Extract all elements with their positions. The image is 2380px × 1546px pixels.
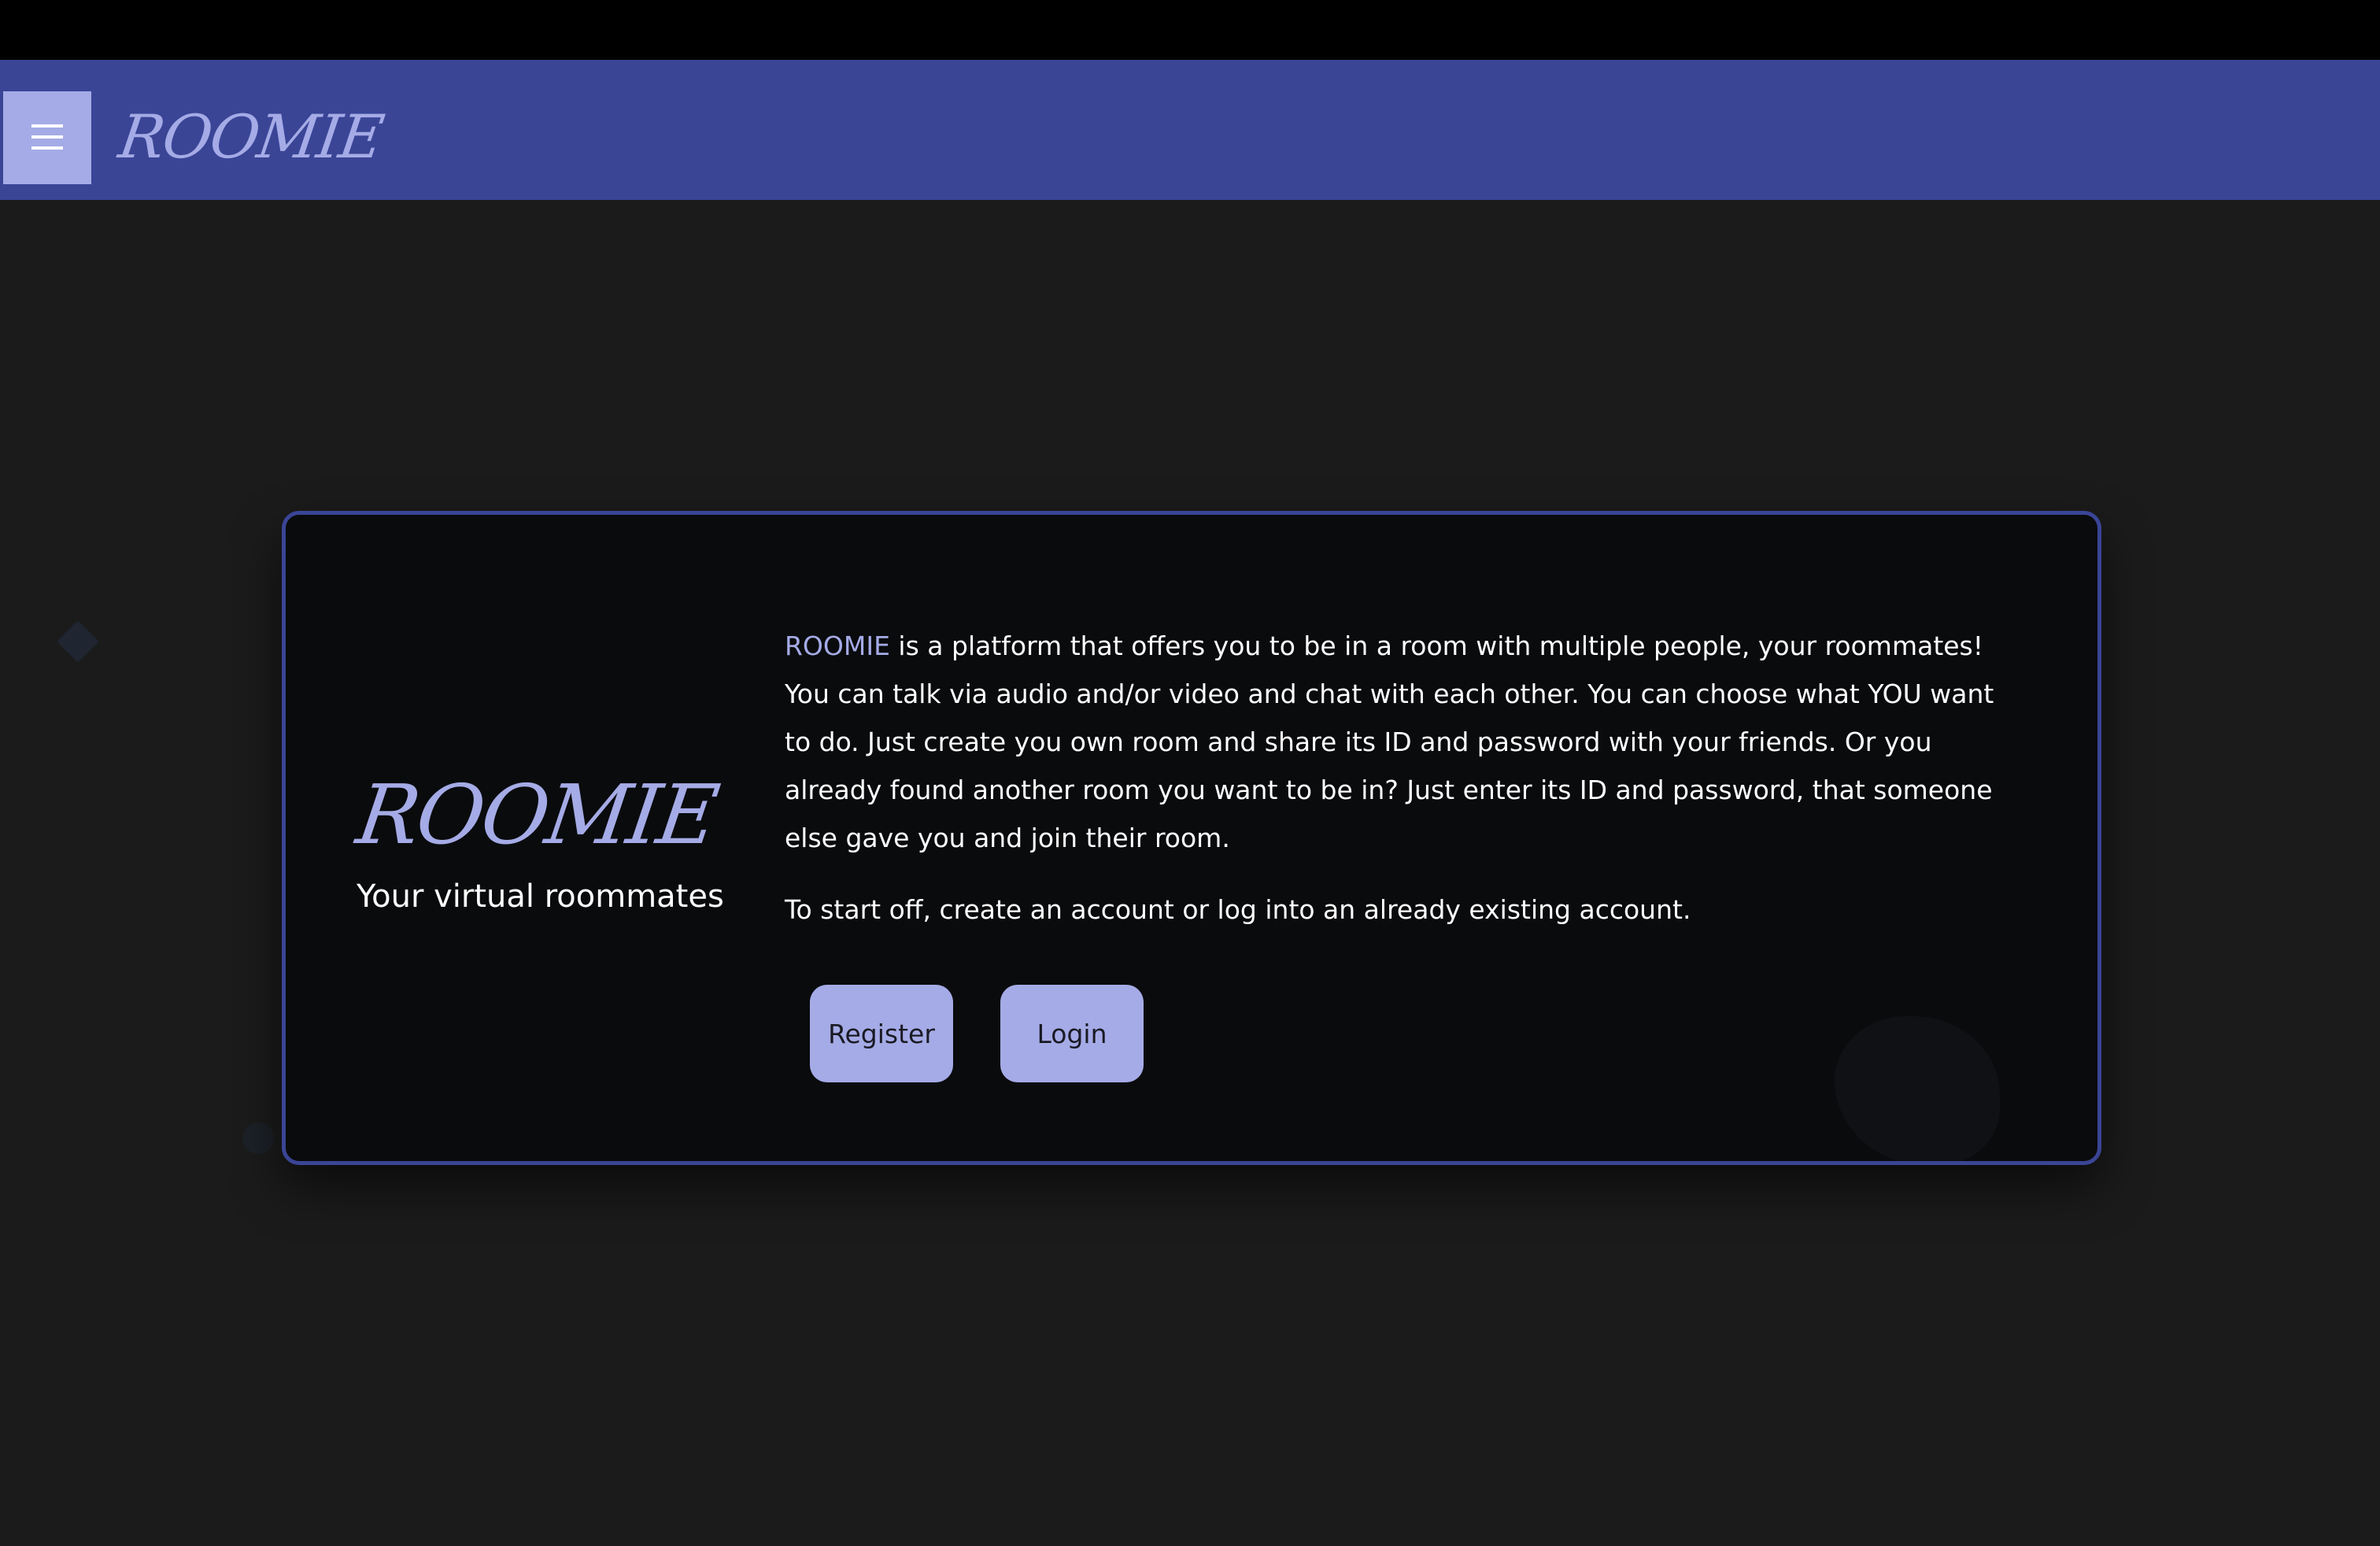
- hamburger-menu-icon: [31, 124, 63, 150]
- intro-paragraph: ROOMIE is a platform that offers you to …: [785, 622, 2012, 862]
- start-paragraph: To start off, create an account or log i…: [785, 894, 1691, 925]
- card-tagline: Your virtual roommates: [357, 878, 724, 915]
- decorative-diamond-shape: [57, 620, 99, 663]
- top-strip: [0, 0, 2380, 60]
- intro-description: is a platform that offers you to be in a…: [785, 631, 1994, 853]
- intro-brand-highlight: ROOMIE: [785, 631, 890, 661]
- navbar-brand[interactable]: ROOMIE: [115, 102, 387, 172]
- navbar: ROOMIE: [0, 60, 2380, 200]
- menu-button[interactable]: [3, 91, 91, 184]
- register-button[interactable]: Register: [810, 985, 953, 1082]
- decorative-blob-shape: [1835, 1016, 2000, 1161]
- decorative-dot-shape: [242, 1123, 274, 1154]
- card-brand-logo: ROOMIE: [351, 767, 722, 863]
- login-button[interactable]: Login: [1000, 985, 1144, 1082]
- welcome-card: ROOMIE Your virtual roommates ROOMIE is …: [282, 511, 2101, 1165]
- intro-text-block: ROOMIE is a platform that offers you to …: [785, 622, 2012, 934]
